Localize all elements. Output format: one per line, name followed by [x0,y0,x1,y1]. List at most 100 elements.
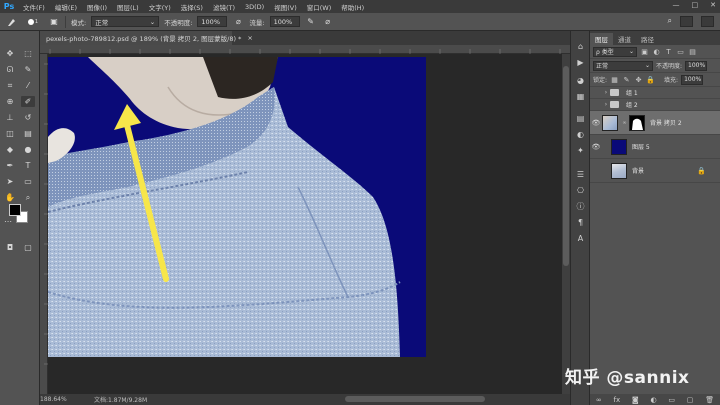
quick-select-icon[interactable]: ✎ [21,64,35,75]
opacity-field[interactable]: 100% [197,16,228,27]
vertical-scroll-thumb[interactable] [563,66,569,266]
menu-image[interactable]: 图像(I) [82,2,112,12]
adjustment-filter-icon[interactable]: ◐ [652,47,661,56]
horizontal-ruler[interactable] [40,45,570,54]
blend-mode-select[interactable]: 正常 ⌄ [593,60,653,71]
history-brush-icon[interactable]: ↺ [21,112,35,123]
eraser-tool-icon[interactable]: ◫ [3,128,17,139]
link-icon[interactable]: ∞ [620,118,629,127]
smart-object-filter-icon[interactable]: ▤ [688,47,697,56]
folder-icon[interactable]: ▭ [668,396,675,404]
menu-select[interactable]: 选择(S) [176,2,208,12]
menu-view[interactable]: 视图(V) [269,2,302,12]
character-icon[interactable]: A [575,233,586,243]
horizontal-scroll-thumb[interactable] [345,396,485,402]
adjustments-icon[interactable]: ◐ [575,129,586,139]
lock-pixels-icon[interactable]: ▦ [610,75,619,84]
healing-brush-icon[interactable]: ⊕ [3,96,17,107]
brush-panel-icon[interactable]: ▣ [48,16,60,28]
eyedropper-tool-icon[interactable]: ⁄ [21,80,35,91]
menu-help[interactable]: 帮助(H) [336,2,369,12]
layer-background-copy-2[interactable]: 👁 ∞ 背景 拷贝 2 [590,111,720,135]
zoom-tool-icon[interactable]: ⌕ [21,192,35,203]
mode-select[interactable]: 正常 ⌄ [91,16,160,27]
menu-file[interactable]: 文件(F) [18,2,50,12]
actions-icon[interactable]: ▶ [575,57,586,67]
search-icon[interactable]: ⌕ [668,16,672,27]
menu-filter[interactable]: 滤镜(T) [208,2,240,12]
layer-group-1[interactable]: › 组 1 [590,87,720,99]
share-icon[interactable] [701,16,714,27]
layer-background[interactable]: 背景 🔒 [590,159,720,183]
menu-window[interactable]: 窗口(W) [302,2,337,12]
minimize-button[interactable]: — [673,1,680,9]
menu-type[interactable]: 文字(Y) [144,2,176,12]
layer-opacity-field[interactable]: 100% [685,60,708,71]
libraries-icon[interactable]: ▤ [575,113,586,123]
more-tools-icon[interactable]: ⋯ [3,216,13,227]
layer-group-2[interactable]: › 组 2 [590,99,720,111]
new-layer-icon[interactable]: ▢ [687,396,694,404]
quick-mask-icon[interactable]: ◘ [3,242,17,253]
close-tab-icon[interactable]: × [247,34,252,42]
lock-all-icon[interactable]: 🔒 [646,75,655,84]
properties-icon[interactable]: ☰ [575,169,586,179]
vertical-scrollbar[interactable] [562,54,570,394]
document-canvas[interactable] [48,57,426,357]
close-button[interactable]: ✕ [710,1,716,9]
styles-icon[interactable]: ✦ [575,145,586,155]
link-icon[interactable]: ∞ [596,396,602,404]
tab-channels[interactable]: 通道 [613,33,636,45]
layer-mask-thumbnail[interactable] [629,114,645,131]
zoom-level[interactable]: 188.64% [40,396,80,403]
eye-icon[interactable]: 👁 [590,119,602,127]
tab-layers[interactable]: 图层 [590,33,613,45]
move-tool-icon[interactable]: ✥ [3,48,17,59]
layer-filter-select[interactable]: ρ 类型 ⌄ [593,46,637,57]
fill-field[interactable]: 100% [681,74,704,85]
color-icon[interactable]: ◕ [575,75,586,85]
gradient-tool-icon[interactable]: ▤ [21,128,35,139]
eye-icon[interactable]: 👁 [590,143,602,151]
shape-filter-icon[interactable]: ▭ [676,47,685,56]
lock-paint-icon[interactable]: ✎ [622,75,631,84]
brush-preset-picker[interactable]: 1 [23,16,43,28]
path-select-icon[interactable]: ➤ [3,176,17,187]
marquee-tool-icon[interactable]: ⬚ [21,48,35,59]
pen-tool-icon[interactable]: ✒ [3,160,17,171]
dodge-tool-icon[interactable]: ● [21,144,35,155]
paragraph-icon[interactable]: ¶ [575,217,586,227]
info-icon[interactable]: ⓘ [575,201,586,211]
trash-icon[interactable]: 🗑 [705,396,714,404]
adjustment-icon[interactable]: ◐ [650,396,656,404]
airbrush-icon[interactable]: ✎ [305,16,317,28]
lasso-tool-icon[interactable]: ᘏ [3,64,17,75]
workspace-switcher[interactable] [680,16,693,27]
document-tab[interactable]: pexels-photo-789812.psd @ 189% (背景 拷贝 2,… [40,31,253,45]
channels-icon[interactable]: ⎔ [575,185,586,195]
blur-tool-icon[interactable]: ◆ [3,144,17,155]
flow-field[interactable]: 100% [269,16,300,27]
canvas-workspace[interactable] [48,54,562,394]
tab-paths[interactable]: 路径 [636,33,659,45]
fx-icon[interactable]: fx [614,396,621,404]
clone-stamp-icon[interactable]: ⊥ [3,112,17,123]
crop-tool-icon[interactable]: ⌗ [3,80,17,91]
vertical-ruler[interactable] [40,54,48,394]
chevron-right-icon[interactable]: › [602,101,610,108]
menu-edit[interactable]: 编辑(E) [50,2,82,12]
pressure-size-icon[interactable]: ⌀ [322,16,334,28]
brush-tool-icon[interactable]: ✐ [21,96,35,107]
maximize-button[interactable]: □ [692,1,699,9]
history-icon[interactable]: ⌂ [575,41,586,51]
menu-layer[interactable]: 图层(L) [112,2,144,12]
mask-icon[interactable]: ◙ [632,396,639,404]
menu-3d[interactable]: 3D(D) [240,3,269,11]
brush-tool-icon[interactable] [6,16,18,28]
type-tool-icon[interactable]: T [21,160,35,171]
hand-tool-icon[interactable]: ✋ [3,192,17,203]
chevron-right-icon[interactable]: › [602,89,610,96]
swatches-icon[interactable]: ▦ [575,91,586,101]
pressure-opacity-icon[interactable]: ⌀ [232,16,244,28]
document-info[interactable]: 文档:1.87M/9.28M [94,395,147,404]
